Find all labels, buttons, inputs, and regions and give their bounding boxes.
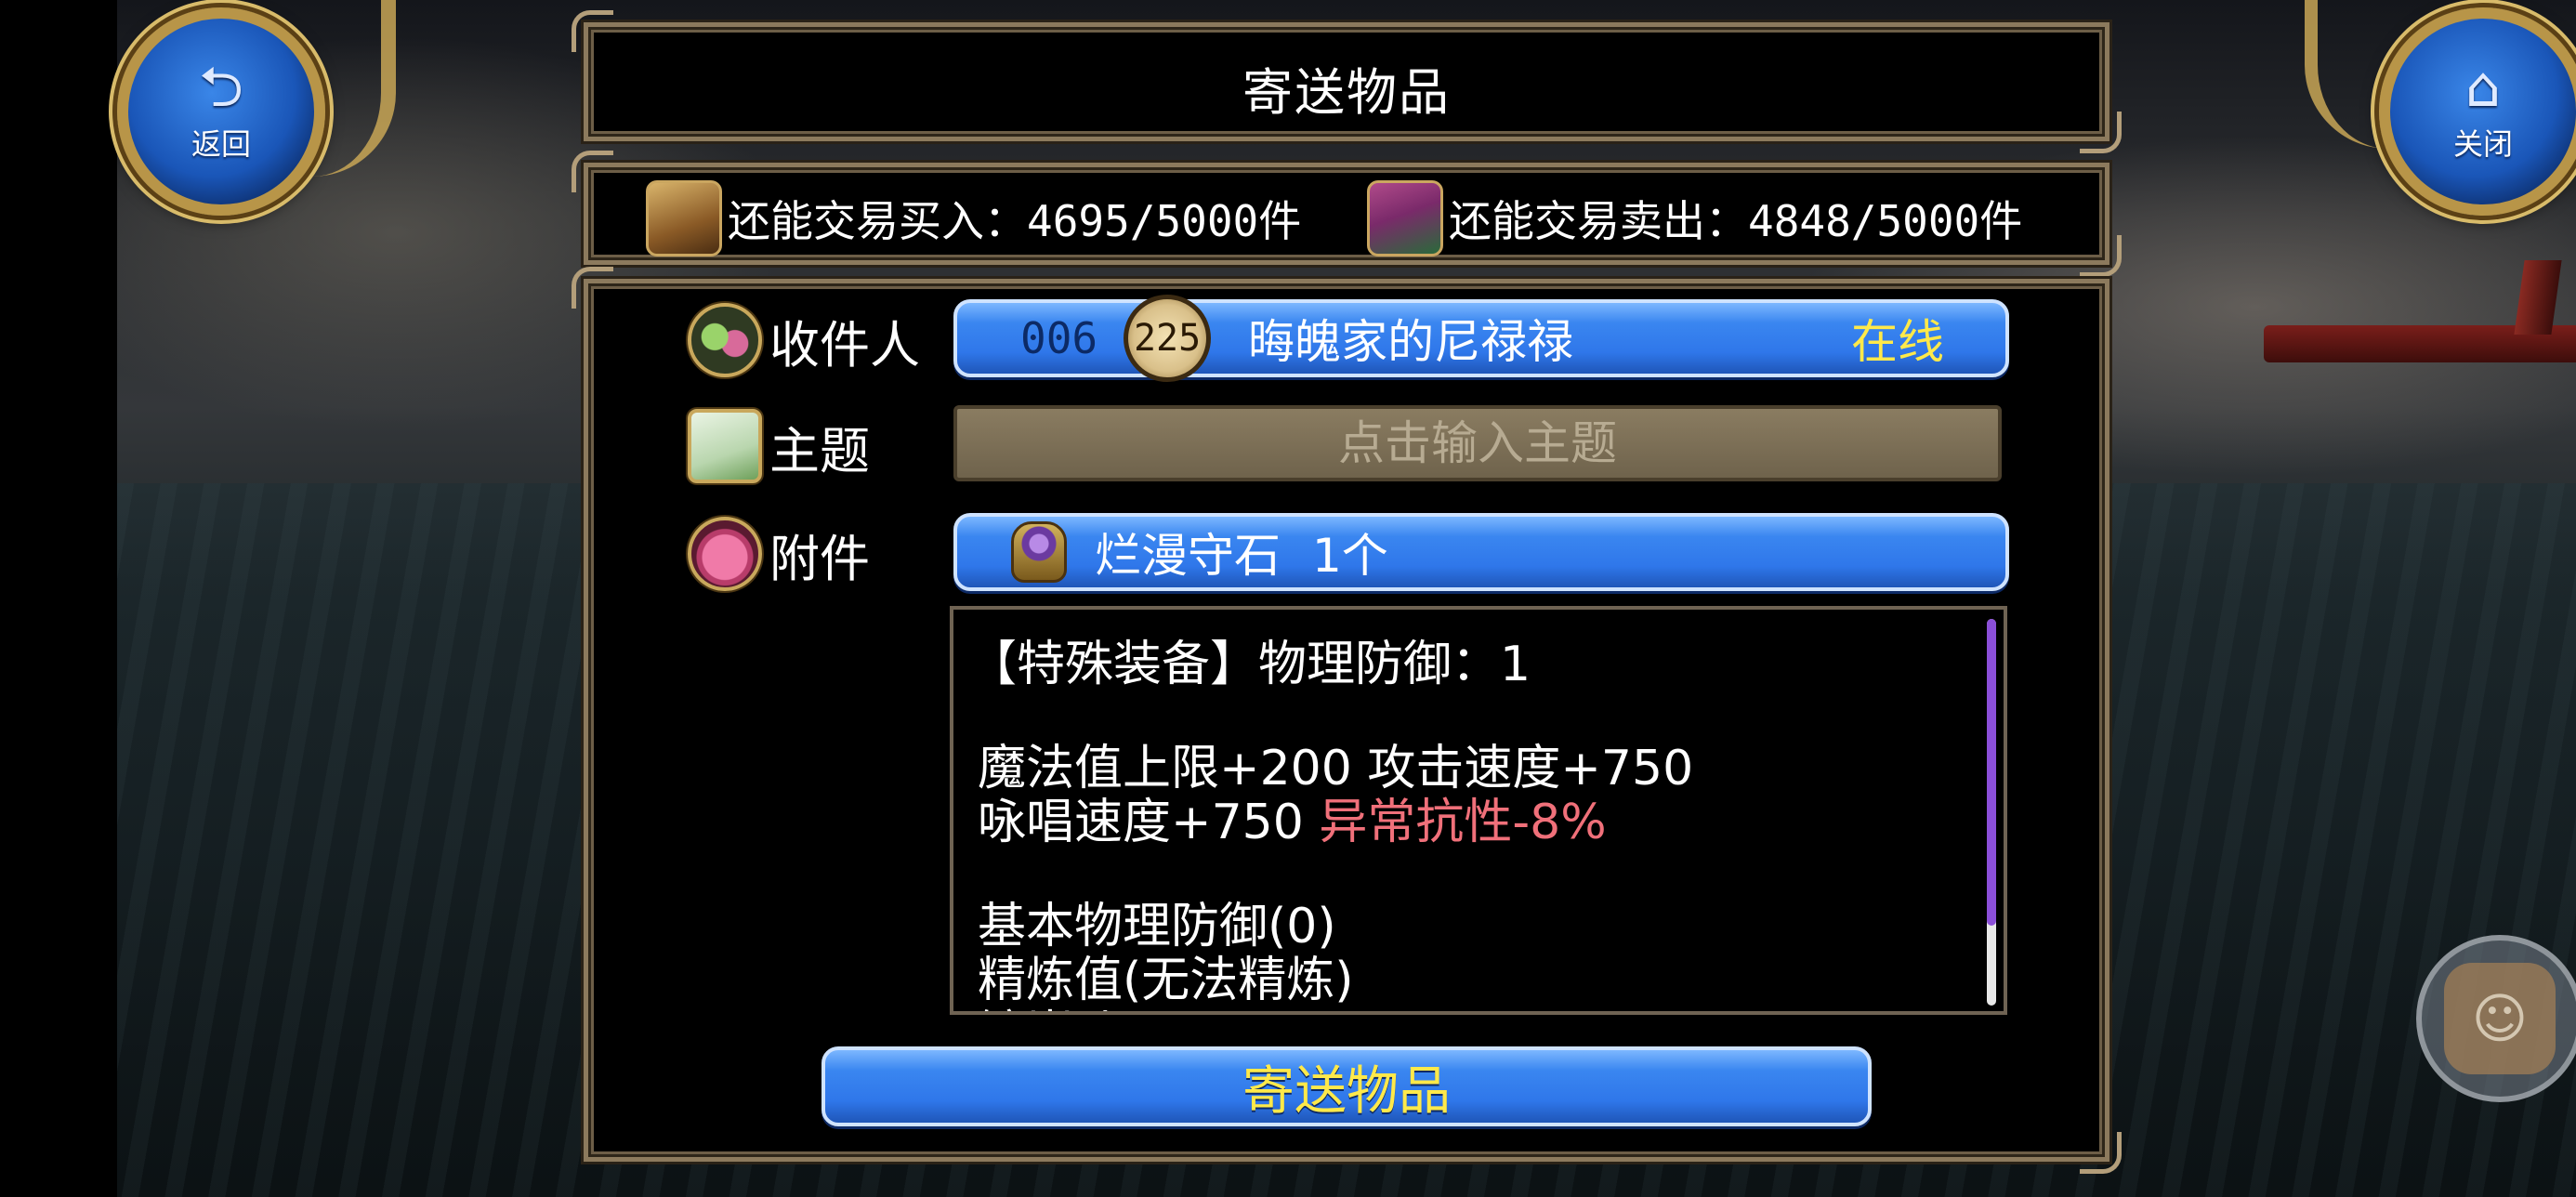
buy-quota: 还能交易买入： 4695/5000件 <box>646 180 1301 256</box>
description-line-6: 镶嵌孔(0) <box>978 994 1191 1011</box>
recipient-id: 006 <box>1020 313 1098 363</box>
send-item-button-label: 寄送物品 <box>1242 1060 1451 1122</box>
attachment-item-name: 烂漫守石 <box>1095 529 1281 583</box>
attachment-selector[interactable]: 烂漫守石 1个 <box>953 513 2009 591</box>
send-item-button[interactable]: 寄送物品 <box>821 1046 1872 1126</box>
market-chest-icon <box>646 180 722 256</box>
attachment-label: 附件 <box>688 517 870 591</box>
level-badge: 225 <box>1124 295 1212 382</box>
people-icon <box>688 303 762 377</box>
sell-quota: 还能交易卖出： 4848/5000件 <box>1367 180 2022 256</box>
subject-label-text: 主题 <box>769 421 870 480</box>
back-button-label: 返回 <box>191 126 251 162</box>
recipient-name: 晦魄家的尼禄禄 <box>1248 315 1574 369</box>
mail-icon <box>688 409 762 483</box>
description-line-3-text: 咏唱速度+750 <box>978 795 1320 850</box>
page-title: 寄送物品 <box>1242 63 1451 122</box>
gift-icon <box>688 517 762 591</box>
red-sail-scenery <box>2514 260 2562 335</box>
chat-penguin-icon: ☺ <box>2444 963 2556 1074</box>
recipient-label-text: 收件人 <box>769 315 920 375</box>
back-arrow-icon: ⮌ <box>198 55 244 120</box>
sell-quota-label: 还能交易卖出： <box>1449 196 1748 246</box>
attachment-label-text: 附件 <box>769 529 870 588</box>
subject-label: 主题 <box>688 409 870 483</box>
item-description-box[interactable]: 【特殊装备】物理防御：1 魔法值上限+200 攻击速度+750 咏唱速度+750… <box>950 606 2007 1015</box>
gem-ring-icon <box>1011 521 1067 583</box>
close-button[interactable]: ⌂ 关闭 <box>2379 7 2576 216</box>
back-button[interactable]: ⮌ 返回 <box>117 7 325 216</box>
market-stall-icon <box>1367 180 1443 256</box>
description-line-1: 【特殊装备】物理防御：1 <box>968 637 1531 692</box>
description-scrollbar-thumb[interactable] <box>1987 619 1996 926</box>
description-line-3: 咏唱速度+750 异常抗性-8% <box>978 783 1607 852</box>
sell-quota-value: 4848/5000件 <box>1748 196 2023 246</box>
buy-quota-value: 4695/5000件 <box>1027 196 1302 246</box>
subject-input[interactable]: 点击输入主题 <box>953 405 2002 481</box>
buy-quota-label: 还能交易买入： <box>728 196 1027 246</box>
description-line-3-negative: 异常抗性-8% <box>1319 795 1607 850</box>
chat-button[interactable]: ☺ <box>2416 935 2576 1102</box>
recipient-selector[interactable]: 006 225 晦魄家的尼禄禄 在线 <box>953 295 2009 382</box>
close-button-label: 关闭 <box>2452 126 2513 162</box>
online-status: 在线 <box>1851 315 1944 369</box>
home-icon: ⌂ <box>2464 55 2502 120</box>
attachment-item-quantity: 1个 <box>1312 529 1388 583</box>
title-panel: 寄送物品 <box>584 22 2122 153</box>
trade-quota-panel: 还能交易买入： 4695/5000件 还能交易卖出： 4848/5000件 <box>584 163 2122 277</box>
recipient-label: 收件人 <box>688 303 920 377</box>
